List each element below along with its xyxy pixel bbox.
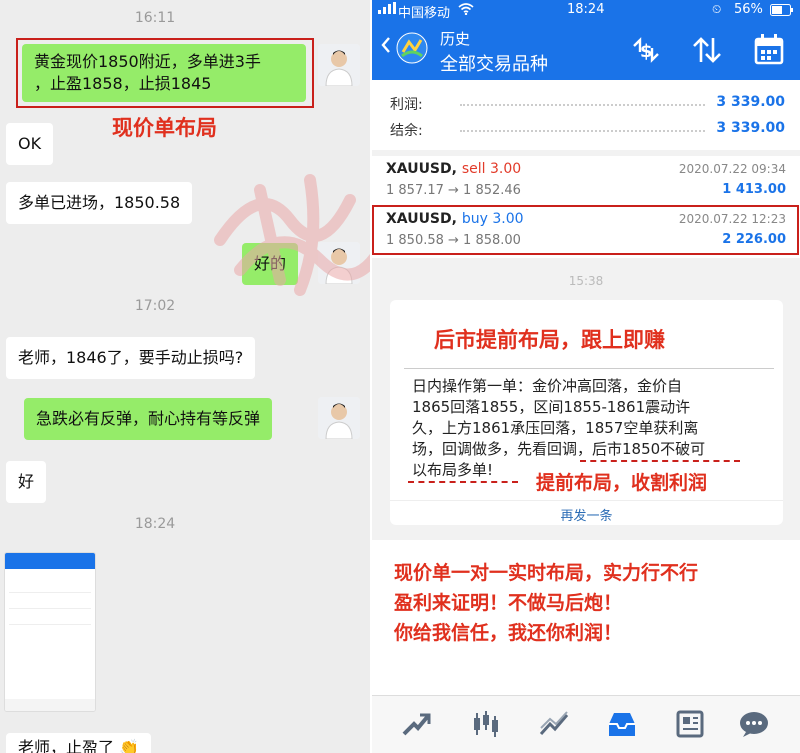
wifi-icon [458,2,474,19]
battery-icon [770,4,794,20]
chat-panel: 16:11 黄金现价1850附近，多单进3手 ，止盈1858，止损1845 现价… [0,0,370,753]
news-icon[interactable] [674,710,706,738]
balance-value: 3 339.00 [716,120,785,136]
highlight-box [372,205,799,255]
signal-icon [378,2,396,18]
balance-label: 结余: [390,123,423,139]
chat-bubble-received[interactable]: 多单已进场，1850.58 [6,182,193,224]
bottom-tab-bar [372,695,800,753]
profit-row: 利润: 3 339.00 [390,94,785,114]
battery-text: 56% [734,2,763,17]
annotation-text: 现价单布局 [112,115,217,140]
trade-symbol: XAUUSD, [386,161,457,177]
svg-text:$: $ [640,41,653,62]
avatar[interactable] [318,397,360,439]
card-timestamp: 15:38 [568,274,604,288]
message-line: ，止盈1858，止损1845 [34,74,212,93]
chat-timestamp: 17:02 [134,298,176,314]
profit-value: 3 339.00 [716,94,785,110]
sort-icon[interactable] [692,36,722,68]
balance-row: 结余: 3 339.00 [390,120,785,140]
history-summary: 利润: 3 339.00 结余: 3 339.00 [372,80,800,150]
trade-icon[interactable] [400,710,432,738]
screenshot-thumbnail[interactable] [4,552,96,712]
slogan-line: 现价单一对一实时布局，实力行不行 [394,562,699,584]
trading-app: 中国移动 18:24 ⏲ 56% 历史 全部交易品种 $ 利润: 3 339.0… [372,0,800,753]
card-annotation: 提前布局，收割利润 [536,472,708,494]
message-card[interactable]: 后市提前布局，跟上即赚 日内操作第一单：金价冲高回落，金价自 1865回落185… [390,300,783,525]
chart-icon[interactable] [470,710,502,738]
trade-prices: 1 857.17 → 1 852.46 [386,183,521,198]
status-time: 18:24 [567,2,605,17]
trade-side: sell 3.00 [461,161,522,177]
app-logo-icon [394,30,430,70]
chat-icon[interactable] [738,710,770,738]
header-subtitle: 历史 [440,30,471,48]
thumbnail-header [5,553,95,569]
slogan-panel: 现价单一对一实时布局，实力行不行 盈利来证明！不做马后炮！ 你给我信任，我还你利… [372,540,800,695]
header-title[interactable]: 全部交易品种 [440,50,548,76]
slogan-line: 你给我信任，我还你利润！ [394,622,623,644]
chat-timestamp: 16:11 [134,10,176,26]
alarm-icon: ⏲ [712,2,722,16]
profit-label: 利润: [390,97,423,113]
watermark-signature-icon [214,174,370,296]
slogan-line: 盈利来证明！不做马后炮！ [394,592,623,614]
underline-mark [408,481,518,483]
card-body: 日内操作第一单：金价冲高回落，金价自 1865回落1855，区间1855-186… [412,377,706,479]
trade-date: 2020.07.22 09:34 [678,162,786,176]
trade-row[interactable]: XAUUSD, sell 3.00 1 857.17 → 1 852.46 20… [372,156,800,208]
message-line: 黄金现价1850附近，多单进3手 [34,52,261,71]
chat-bubble-sent[interactable]: 黄金现价1850附近，多单进3手 ，止盈1858，止损1845 [22,44,306,102]
app-header: 中国移动 18:24 ⏲ 56% 历史 全部交易品种 $ [372,0,800,80]
calendar-icon[interactable] [754,33,784,69]
chat-bubble-received[interactable]: OK [6,123,54,165]
underline-mark [580,460,740,462]
history-icon[interactable] [606,710,638,738]
send-another-link[interactable]: 再发一条 [390,505,783,524]
carrier-name: 中国移动 [398,6,451,21]
dollar-refresh-icon[interactable]: $ [630,36,662,68]
line-icon[interactable] [538,710,570,738]
chat-bubble-received[interactable]: 老师，止盈了 👏 [6,733,152,753]
chat-bubble-received[interactable]: 老师，1846了，要手动止损吗? [6,337,256,379]
trade-profit: 1 413.00 [722,182,786,197]
back-icon[interactable] [380,36,392,58]
avatar[interactable] [318,44,360,86]
chat-bubble-received[interactable]: 好 [6,461,47,503]
chat-timestamp: 18:24 [134,516,176,532]
card-title: 后市提前布局，跟上即赚 [434,327,665,352]
chat-bubble-sent[interactable]: 急跌必有反弹，耐心持有等反弹 [24,398,273,440]
